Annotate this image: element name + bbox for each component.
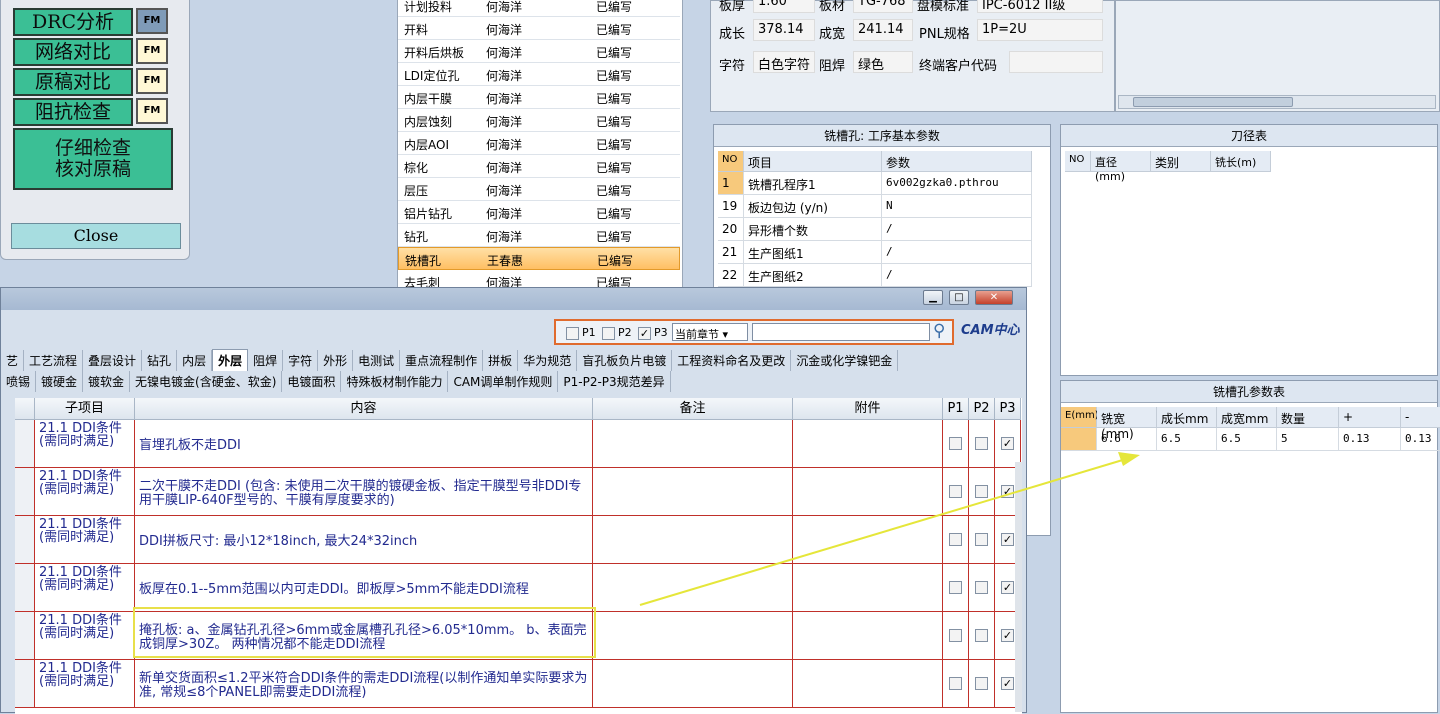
annotation-arrow bbox=[639, 458, 1127, 606]
arrow-head bbox=[1118, 452, 1140, 466]
annotation-arrow-layer bbox=[639, 452, 1140, 606]
